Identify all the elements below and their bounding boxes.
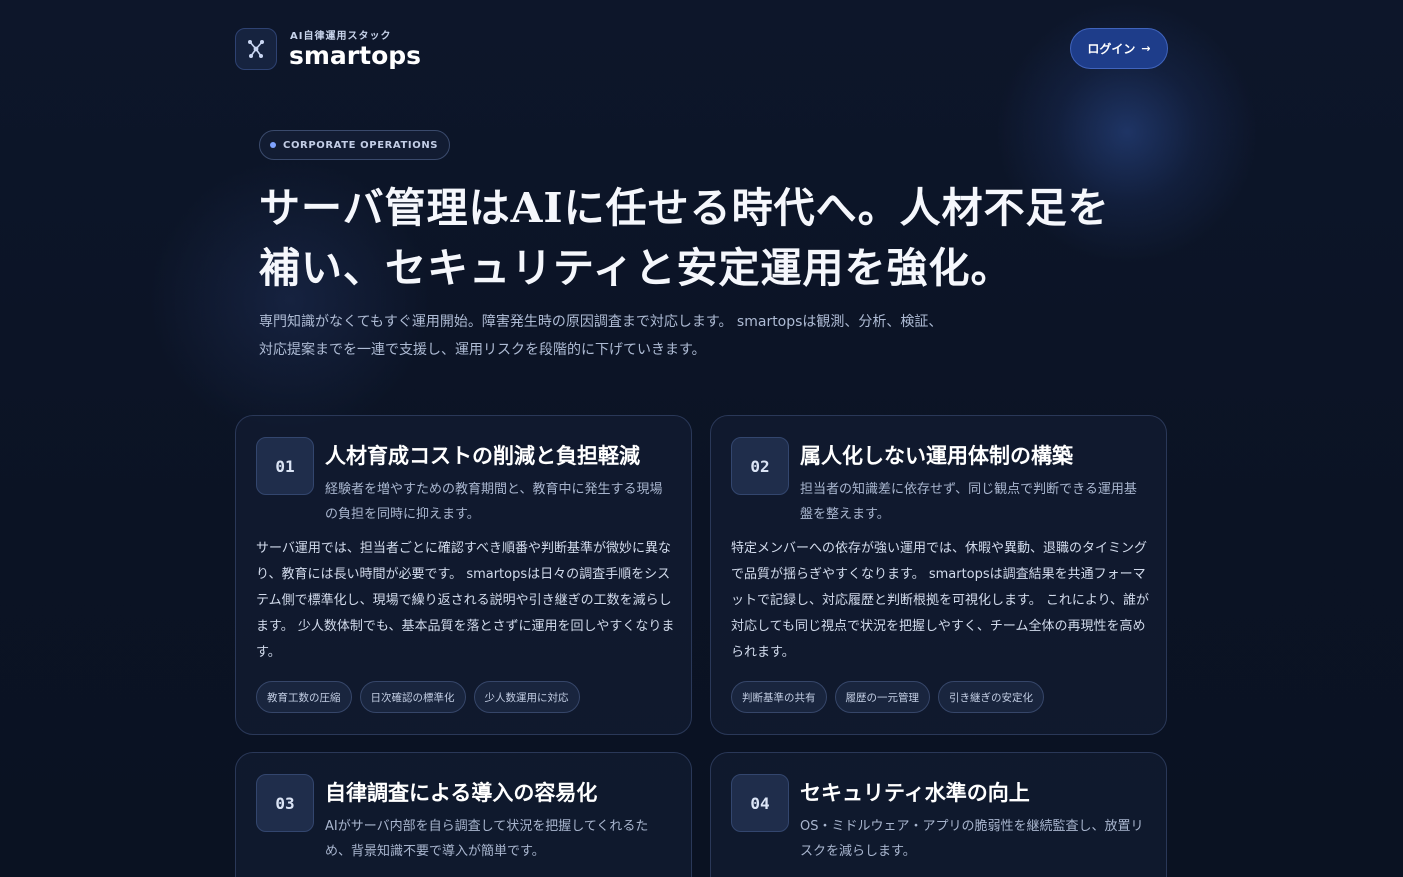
card-number: 01 <box>256 437 314 495</box>
card-subtitle: OS・ミドルウェア・アプリの脆弱性を継続監査し、放置リスクを減らします。 <box>800 819 1144 859</box>
card-title: 人材育成コストの削減と負担軽減 <box>325 444 640 468</box>
card-title: 属人化しない運用体制の構築 <box>800 444 1073 468</box>
feature-card-1: 01 人材育成コストの削減と負担軽減 経験者を増やすための教育期間と、教育中に発… <box>235 415 692 735</box>
card-number: 02 <box>731 437 789 495</box>
badge-label: CORPORATE OPERATIONS <box>283 139 439 151</box>
feature-card-4: 04 セキュリティ水準の向上 OS・ミドルウェア・アプリの脆弱性を継続監査し、放… <box>710 752 1167 877</box>
site-header: AI自律運用スタック smartops ログイン → <box>235 27 1168 72</box>
section-badge: CORPORATE OPERATIONS <box>259 130 451 160</box>
card-tags: 教育工数の圧縮 日次確認の標準化 少人数運用に対応 <box>256 681 580 713</box>
tag: 判断基準の共有 <box>731 681 827 713</box>
card-subtitle: 担当者の知識差に依存せず、同じ観点で判断できる運用基盤を整えます。 <box>800 482 1137 522</box>
tag: 引き継ぎの安定化 <box>938 681 1044 713</box>
card-tags: 判断基準の共有 履歴の一元管理 引き継ぎの安定化 <box>731 681 1044 713</box>
hero-title: サーバ管理はAIに任せる時代へ。人材不足を補い、セキュリティと安定運用を強化。 <box>259 184 1110 292</box>
login-button[interactable]: ログイン → <box>1070 28 1168 69</box>
network-nodes-icon <box>248 40 264 58</box>
card-subtitle: 経験者を増やすための教育期間と、教育中に発生する現場の負担を同時に抑えます。 <box>325 482 663 522</box>
card-body: 特定メンバーへの依存が強い運用では、休暇や異動、退職のタイミングで品質が揺らぎや… <box>731 541 1150 660</box>
card-body: サーバ運用では、担当者ごとに確認すべき順番や判断基準が微妙に異なり、教育には長い… <box>256 541 675 660</box>
tag: 教育工数の圧縮 <box>256 681 352 713</box>
hero-description: 専門知識がなくてもすぐ運用開始。障害発生時の原因調査まで対応します。 smart… <box>259 314 943 358</box>
arrow-right-icon: → <box>1141 42 1151 55</box>
feature-card-3: 03 自律調査による導入の容易化 AIがサーバ内部を自ら調査して状況を把握してく… <box>235 752 692 877</box>
brand-logo[interactable] <box>235 28 277 70</box>
tag: 日次確認の標準化 <box>359 681 466 713</box>
card-title: 自律調査による導入の容易化 <box>325 781 598 805</box>
card-number: 04 <box>731 774 789 832</box>
card-subtitle: AIがサーバ内部を自ら調査して状況を把握してくれるため、背景知識不要で導入が簡単… <box>325 819 649 859</box>
brand-name[interactable]: smartops <box>289 41 421 70</box>
brand-tagline: AI自律運用スタック <box>290 31 392 42</box>
badge-dot-icon <box>270 142 276 148</box>
tag: 少人数運用に対応 <box>473 681 580 713</box>
tag: 履歴の一元管理 <box>834 681 930 713</box>
card-title: セキュリティ水準の向上 <box>800 781 1030 805</box>
feature-card-2: 02 属人化しない運用体制の構築 担当者の知識差に依存せず、同じ観点で判断できる… <box>710 415 1167 735</box>
card-number: 03 <box>256 774 314 832</box>
login-button-label: ログイン <box>1087 42 1136 56</box>
